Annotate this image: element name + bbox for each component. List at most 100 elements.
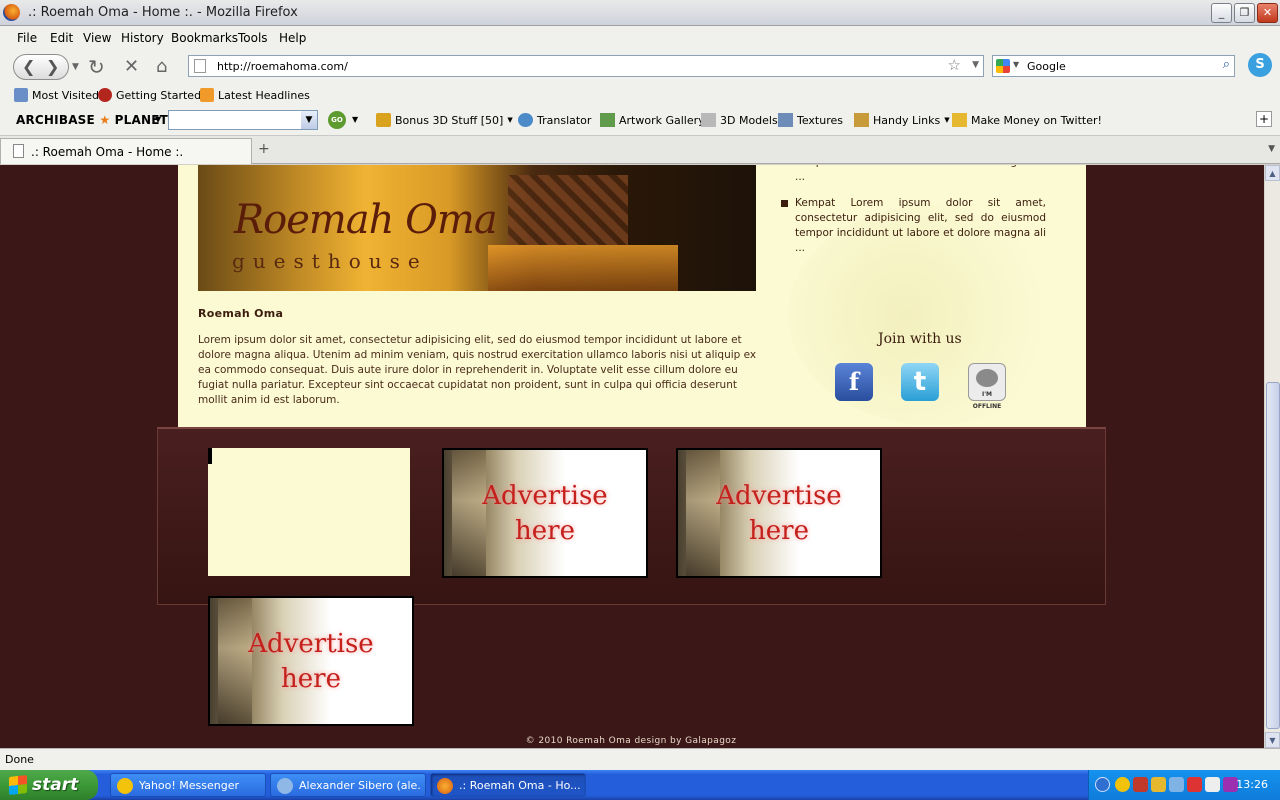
toolbar-item-label: Textures <box>797 113 843 127</box>
new-tab-icon[interactable]: + <box>258 141 270 157</box>
bullet-icon <box>781 200 788 207</box>
facebook-icon[interactable]: f <box>835 363 873 401</box>
rss-icon <box>200 88 214 102</box>
skype-icon[interactable]: S <box>1248 53 1272 77</box>
search-bar[interactable]: ▼ ⌕ <box>992 55 1235 77</box>
tab-bar: .: Roemah Oma - Home :. + ▼ <box>0 136 1280 164</box>
archibase-toolbar: ARCHIBASE ★ PLANET ▼ ▼ GO ▼ Bonus 3D Stu… <box>0 106 1280 136</box>
tab-list-icon[interactable]: ▼ <box>1268 144 1275 154</box>
menu-tools[interactable]: Tools <box>238 31 268 45</box>
menu-history[interactable]: History <box>121 31 164 45</box>
window-title: .: Roemah Oma - Home :. - Mozilla Firefo… <box>28 5 298 20</box>
menu-file[interactable]: File <box>17 31 37 45</box>
messenger-face-icon <box>976 369 998 387</box>
history-dropdown-icon[interactable]: ▼ <box>72 55 79 79</box>
toolbar-handy-links[interactable]: Handy Links ▼ <box>854 113 950 127</box>
bookmark-latest-headlines[interactable]: Latest Headlines <box>200 88 310 102</box>
bookmarks-toolbar: Most Visited Getting Started Latest Head… <box>0 84 1280 106</box>
toolbar-translator[interactable]: Translator <box>518 113 591 127</box>
search-input[interactable] <box>1027 58 1207 74</box>
menu-view[interactable]: View <box>83 31 111 45</box>
home-icon[interactable]: ⌂ <box>156 55 167 79</box>
close-button[interactable]: ✕ <box>1257 3 1278 23</box>
go-dropdown-icon[interactable]: ▼ <box>352 115 358 124</box>
start-button[interactable]: start <box>0 770 98 800</box>
window-titlebar: .: Roemah Oma - Home :. - Mozilla Firefo… <box>0 0 1280 26</box>
task-label: Alexander Sibero (ale... <box>299 779 421 792</box>
toolbar-item-label: Artwork Gallery <box>619 113 705 127</box>
toolbar-add-icon[interactable]: + <box>1256 111 1272 127</box>
hero-image: Roemah Oma guesthouse <box>198 165 756 291</box>
archibase-search-select[interactable]: ▼ <box>168 110 318 130</box>
list-item[interactable]: Kempat Lorem ipsum dolor sit amet, conse… <box>781 196 1046 256</box>
advertise-banner[interactable]: Advertise here <box>442 448 648 578</box>
bookmark-getting-started[interactable]: Getting Started <box>98 88 201 102</box>
vertical-scrollbar[interactable]: ▲ ▼ <box>1264 165 1280 748</box>
chevron-down-icon: ▼ <box>507 116 513 124</box>
scroll-up-icon[interactable]: ▲ <box>1265 165 1280 181</box>
taskbar-chat-window[interactable]: Alexander Sibero (ale... <box>270 773 426 797</box>
search-icon[interactable]: ⌕ <box>1223 57 1230 72</box>
system-tray: 13:26 <box>1088 770 1280 800</box>
maximize-button[interactable]: ❐ <box>1234 3 1255 23</box>
taskbar-yahoo-messenger[interactable]: Yahoo! Messenger <box>110 773 266 797</box>
menu-edit[interactable]: Edit <box>50 31 73 45</box>
url-dropdown-icon[interactable]: ▼ <box>972 60 979 70</box>
minimize-button[interactable]: _ <box>1211 3 1232 23</box>
scrollbar-thumb[interactable] <box>1266 382 1280 729</box>
toolbar-item-label: Handy Links <box>873 113 941 127</box>
shield-icon[interactable] <box>1205 777 1220 792</box>
engine-dropdown-icon[interactable]: ▼ <box>1013 60 1019 69</box>
logo-dropdown-icon[interactable]: ▼ <box>155 115 161 124</box>
ad-text: Advertise <box>482 481 608 511</box>
ad-text: here <box>749 516 809 546</box>
advertise-banner[interactable]: Advertise here <box>676 448 882 578</box>
security-icon[interactable] <box>1187 777 1202 792</box>
back-forward-group: ❮ ❯ <box>13 54 69 80</box>
select-arrow-icon[interactable]: ▼ <box>301 111 317 129</box>
taskbar-firefox[interactable]: .: Roemah Oma - Ho... <box>430 773 586 797</box>
getting-started-icon <box>98 88 112 102</box>
toolbar-item-label: Translator <box>537 113 592 127</box>
forward-icon[interactable]: ❯ <box>46 57 59 76</box>
taskbar: start Yahoo! Messenger Alexander Sibero … <box>0 770 1280 800</box>
network-icon[interactable] <box>1169 777 1184 792</box>
menu-bookmarks[interactable]: Bookmarks <box>171 31 238 45</box>
advertise-banner[interactable]: Advertise here <box>208 596 414 726</box>
page-icon <box>194 59 206 73</box>
tray-expand-icon[interactable] <box>1095 777 1110 792</box>
bookmark-label: Most Visited <box>32 88 99 102</box>
tray-app-icon[interactable] <box>1133 777 1148 792</box>
toolbar-artwork-gallery[interactable]: Artwork Gallery <box>600 113 705 127</box>
url-input[interactable] <box>217 58 917 74</box>
taskbar-clock: 13:26 <box>1236 778 1268 791</box>
gallery-icon <box>600 113 615 127</box>
yahoo-tray-icon[interactable] <box>1115 777 1130 792</box>
go-button[interactable]: GO <box>328 111 346 129</box>
back-icon[interactable]: ❮ <box>22 57 35 76</box>
toolbar-textures[interactable]: Textures <box>778 113 843 127</box>
tab-roemah-oma[interactable]: .: Roemah Oma - Home :. <box>0 138 252 164</box>
stop-icon[interactable]: ✕ <box>124 55 139 79</box>
archibase-logo[interactable]: ARCHIBASE ★ PLANET <box>16 113 168 127</box>
bookmark-star-icon[interactable]: ☆ <box>948 56 961 74</box>
hero-logo-subtitle: guesthouse <box>232 249 428 273</box>
bookmark-most-visited[interactable]: Most Visited <box>14 88 99 102</box>
toolbar-make-money[interactable]: Make Money on Twitter! <box>952 113 1102 127</box>
tray-app-icon[interactable] <box>1151 777 1166 792</box>
reload-icon[interactable]: ↻ <box>88 55 105 79</box>
toolbar-bonus-3d[interactable]: Bonus 3D Stuff [50] ▼ <box>376 113 513 127</box>
text-cursor <box>208 448 212 464</box>
hero-stone-wall <box>508 175 628 245</box>
join-heading: Join with us <box>878 331 962 347</box>
scroll-down-icon[interactable]: ▼ <box>1265 732 1280 748</box>
twitter-icon[interactable]: t <box>901 363 939 401</box>
menu-help[interactable]: Help <box>279 31 306 45</box>
url-bar[interactable]: ☆ ▼ <box>188 55 984 77</box>
ad-text: Advertise <box>248 629 374 659</box>
task-label: .: Roemah Oma - Ho... <box>459 779 581 792</box>
toolbar-3d-models[interactable]: 3D Models <box>701 113 778 127</box>
yahoo-messenger-status-icon[interactable]: I'M OFFLINE <box>968 363 1006 410</box>
google-engine-icon[interactable] <box>996 59 1010 73</box>
list-item[interactable]: tempor incididunt ut labore et dolore ma… <box>781 165 1046 185</box>
